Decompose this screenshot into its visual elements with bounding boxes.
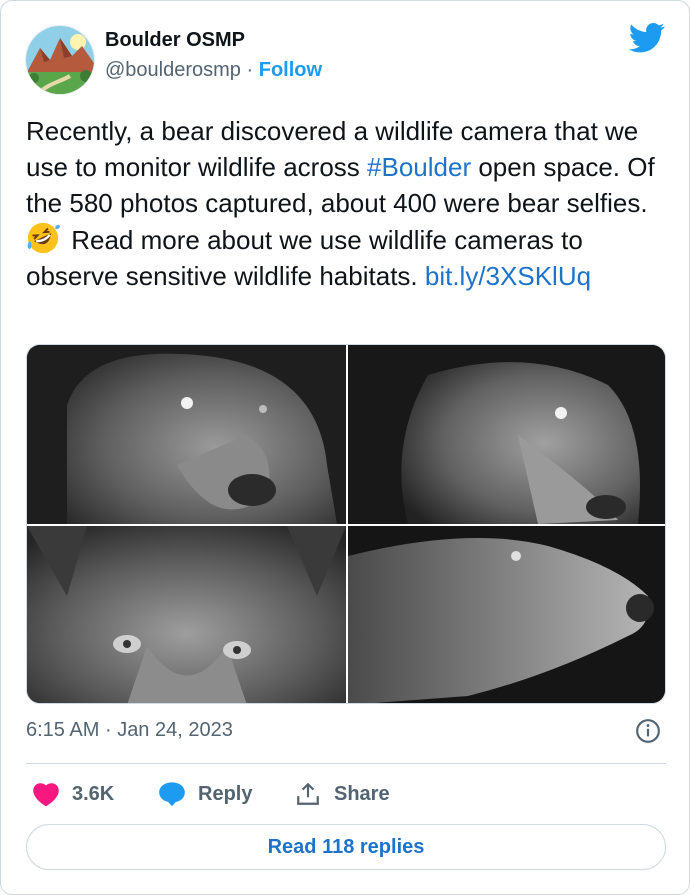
tweet-date: Jan 24, 2023 — [117, 719, 233, 741]
like-button[interactable]: 3.6K — [32, 777, 114, 811]
bear-photo-2[interactable] — [348, 345, 665, 524]
like-count: 3.6K — [72, 782, 115, 805]
tweet-time: 6:15 AM — [26, 719, 100, 741]
bitly-link[interactable]: bit.ly/3XSKlUq — [425, 261, 591, 291]
share-upload-icon — [297, 782, 319, 805]
bear-photo-1[interactable] — [27, 345, 346, 524]
share-button[interactable]: Share — [294, 777, 390, 811]
timestamp[interactable]: 6:15 AM · Jan 24, 2023 — [26, 719, 233, 742]
share-label: Share — [334, 782, 390, 805]
tweet-card: Boulder OSMP @boulderosmp · Follow Recen… — [0, 0, 690, 895]
display-name[interactable]: Boulder OSMP — [105, 29, 245, 52]
handle-row: @boulderosmp · Follow — [105, 59, 322, 82]
heart-icon — [33, 783, 59, 807]
divider — [26, 763, 666, 764]
reply-bubble-icon — [159, 782, 185, 807]
read-replies-button[interactable]: Read 118 replies — [26, 824, 666, 870]
hashtag-link[interactable]: #Boulder — [367, 152, 471, 182]
bear-photo-3[interactable] — [27, 526, 346, 703]
bear-photo-4[interactable] — [348, 526, 665, 703]
info-icon[interactable] — [635, 718, 661, 744]
handle[interactable]: @boulderosmp — [105, 59, 241, 81]
handle-separator: · — [246, 59, 254, 81]
photo-grid — [26, 344, 666, 704]
rolling-on-floor-laughing-emoji-icon — [27, 222, 60, 254]
avatar[interactable] — [25, 25, 95, 95]
action-bar: 3.6K Reply Share — [26, 777, 666, 811]
twitter-bird-icon[interactable] — [629, 23, 665, 53]
reply-button[interactable]: Reply — [158, 777, 252, 811]
timestamp-separator: · — [104, 719, 112, 741]
tweet-text: Recently, a bear discovered a wildlife c… — [26, 113, 671, 294]
reply-label: Reply — [198, 782, 253, 805]
follow-link[interactable]: Follow — [259, 59, 322, 81]
